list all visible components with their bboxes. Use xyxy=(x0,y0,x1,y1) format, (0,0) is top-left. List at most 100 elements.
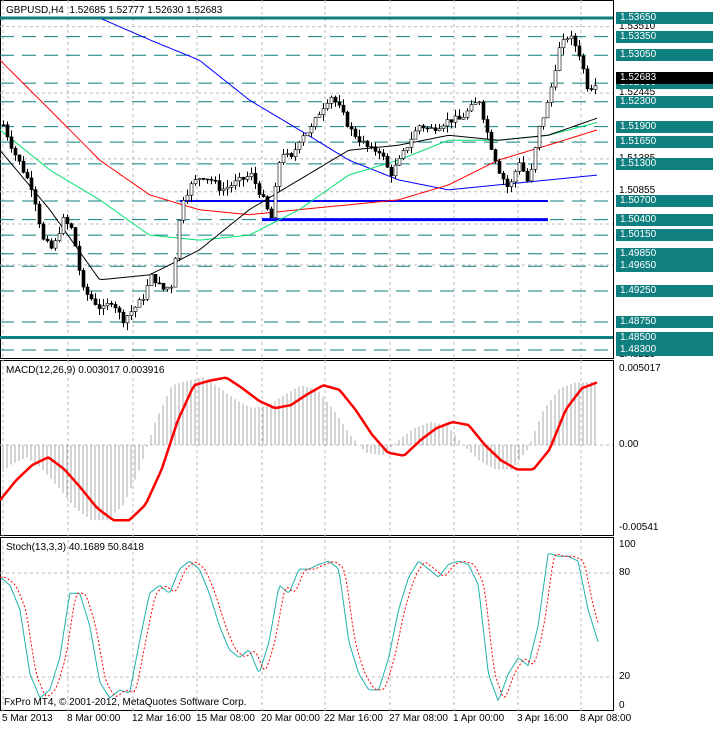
bear-candle xyxy=(37,203,42,225)
bull-candle xyxy=(285,153,290,155)
bull-candle xyxy=(137,299,142,308)
bear-candle xyxy=(205,178,210,181)
bull-candle xyxy=(145,285,150,300)
bull-candle xyxy=(397,158,402,166)
bear-candle xyxy=(573,35,578,47)
level-price-tag: 1.53050 xyxy=(616,49,713,62)
time-axis-label: 8 Apr 08:00 xyxy=(580,713,632,724)
bull-candle xyxy=(193,179,198,185)
bull-candle xyxy=(101,305,106,309)
bull-candle xyxy=(469,104,474,112)
bull-candle xyxy=(177,220,182,259)
bear-candle xyxy=(365,140,370,147)
time-axis-label: 27 Mar 08:00 xyxy=(389,713,448,724)
bull-candle xyxy=(545,102,550,119)
bull-candle xyxy=(141,299,146,301)
bear-candle xyxy=(201,178,206,180)
bull-candle xyxy=(281,154,286,163)
level-price-tag: 1.53350 xyxy=(616,30,713,43)
bear-candle xyxy=(41,223,46,240)
level-price-tag: 1.49650 xyxy=(616,260,713,273)
bull-candle xyxy=(197,178,202,181)
bull-candle xyxy=(413,130,418,140)
bull-candle xyxy=(329,96,334,104)
time-axis-label: 12 Mar 16:00 xyxy=(132,713,191,724)
macd-panel-frame xyxy=(0,360,614,536)
bear-candle xyxy=(457,115,462,120)
main-panel-frame xyxy=(0,0,614,359)
bull-candle xyxy=(325,103,330,109)
bull-candle xyxy=(57,233,62,241)
bull-candle xyxy=(313,117,318,128)
bear-candle xyxy=(377,151,382,154)
bull-candle xyxy=(225,186,230,190)
bull-candle xyxy=(149,274,154,286)
bear-candle xyxy=(65,217,70,224)
level-price-tag: 1.51650 xyxy=(616,136,713,149)
stoch-title: Stoch(13,3,3) 40.1689 50.8418 xyxy=(6,542,144,553)
bear-candle xyxy=(501,172,506,180)
bull-candle xyxy=(181,200,186,221)
bull-candle xyxy=(305,132,310,137)
macd-zero-label: 0.00 xyxy=(619,439,639,450)
time-axis-label: 3 Apr 16:00 xyxy=(517,713,569,724)
bear-candle xyxy=(433,127,438,131)
bear-candle xyxy=(161,283,166,290)
level-price-tag: 1.50700 xyxy=(616,195,713,208)
bear-candle xyxy=(341,104,346,113)
bull-candle xyxy=(173,257,178,288)
bull-candle xyxy=(561,39,566,49)
copyright-text: FxPro MT4, © 2001-2012, MetaQuotes Softw… xyxy=(4,697,247,708)
bear-candle xyxy=(485,119,490,133)
bull-candle xyxy=(473,102,478,105)
bear-candle xyxy=(289,153,294,157)
stoch-80-label: 80 xyxy=(619,567,631,578)
bull-candle xyxy=(245,176,250,180)
bear-candle xyxy=(109,302,114,305)
bear-candle xyxy=(29,177,34,191)
bull-candle xyxy=(237,177,242,182)
stoch-0-label: 0 xyxy=(619,700,625,711)
level-price-tag: 1.50400 xyxy=(616,213,713,226)
stoch-main-line xyxy=(0,553,599,702)
bull-candle xyxy=(465,110,470,118)
bear-candle xyxy=(253,172,258,184)
bull-candle xyxy=(565,38,570,41)
bear-candle xyxy=(81,270,86,288)
bear-candle xyxy=(69,223,74,228)
bear-candle xyxy=(213,179,218,182)
bull-candle xyxy=(293,149,298,157)
current-price-tag: 1.52683 xyxy=(616,72,713,84)
bear-candle xyxy=(345,111,350,127)
bull-candle xyxy=(441,125,446,129)
bear-candle xyxy=(261,194,266,197)
bull-candle xyxy=(221,188,226,191)
bear-candle xyxy=(385,155,390,168)
bull-candle xyxy=(361,140,366,143)
bear-candle xyxy=(449,119,454,123)
bear-candle xyxy=(381,152,386,157)
bull-candle xyxy=(233,180,238,186)
bull-candle xyxy=(437,128,442,131)
bear-candle xyxy=(497,160,502,174)
bull-candle xyxy=(533,147,538,170)
bear-candle xyxy=(257,183,262,195)
bear-candle xyxy=(217,180,222,191)
bear-candle xyxy=(425,127,430,130)
stoch-20-label: 20 xyxy=(619,671,631,682)
bull-candle xyxy=(297,141,302,150)
bull-candle xyxy=(317,114,322,118)
level-price-tag: 1.50150 xyxy=(616,229,713,242)
bear-candle xyxy=(373,146,378,152)
bull-candle xyxy=(537,125,542,148)
macd-title: MACD(12,26,9) 0.003017 0.003916 xyxy=(6,365,165,376)
bull-candle xyxy=(513,171,518,183)
bull-candle xyxy=(417,125,422,132)
level-price-tag: 1.48500 xyxy=(616,331,713,344)
level-price-tag: 1.51900 xyxy=(616,120,713,133)
level-price-tag: 1.52300 xyxy=(616,95,713,108)
bull-candle xyxy=(321,108,326,115)
bull-candle xyxy=(445,119,450,127)
bull-candle xyxy=(477,101,482,104)
bear-candle xyxy=(357,136,362,143)
